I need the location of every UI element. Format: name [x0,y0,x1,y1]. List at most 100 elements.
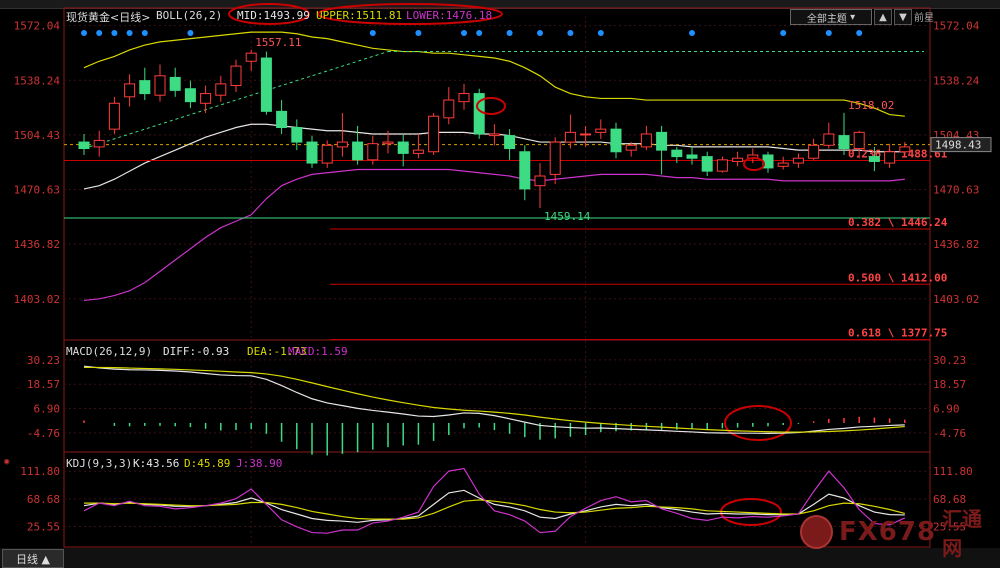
macd-y-tick-right: 18.57 [933,378,966,391]
candle-body [488,133,500,137]
signal-dot [96,30,103,36]
candle-body [124,83,136,98]
logo-icon [800,515,833,549]
candle-body [108,102,120,130]
annotations: 1557.11 1459.14 1518.02 [228,3,894,526]
theme-dropdown-label: 全部主题 [806,13,847,25]
price-annotation: 1459.14 [544,210,591,223]
signal-dot [126,30,133,36]
signal-dot [415,30,422,36]
macd-y-tick-right: 30.23 [933,354,966,367]
candle-body [245,52,257,62]
kdj-y-tick-left: 68.68 [27,493,60,506]
candle-body [139,80,151,95]
period-button[interactable]: 日线 ▲ [2,549,64,568]
candle-body [184,88,196,103]
signal-dot [81,30,87,36]
signal-dot [461,30,467,36]
candle-body [336,141,348,148]
kdj-y-tick-left: 111.80 [20,465,60,478]
price-chart[interactable]: 0.236 \ 1488.610.382 \ 1446.240.500 \ 14… [0,0,1000,568]
macd-y-tick-left: 18.57 [27,378,60,391]
macd-histogram-value: MACD:1.59 [288,345,348,358]
candle-body [412,149,424,154]
kdj-menu-icon[interactable]: ◉ [4,457,9,467]
candle-body [534,175,546,187]
candle-body [306,141,318,164]
candle-body [276,110,288,129]
macd-diff-value: DIFF:-0.93 [163,345,230,358]
current-price-label: 1498.43 [935,139,981,152]
candle-body [78,141,90,150]
price-y-tick-right: 1572.04 [933,20,980,33]
candle-body [838,135,850,150]
price-y-tick-left: 1572.04 [14,20,61,33]
price-y-tick-left: 1436.82 [14,238,60,251]
price-y-tick-right: 1436.82 [933,238,979,251]
boll-indicator-name[interactable]: BOLL(26,2) [156,9,222,22]
kdj-j-value: J:38.90 [236,457,283,470]
price-y-tick-right: 1403.02 [933,293,979,306]
right-toolbar-label[interactable]: 前星 [914,9,934,24]
signal-dot [689,30,695,36]
signal-dot [369,30,376,36]
candle-body [169,76,181,91]
candle-body [397,141,409,154]
signal-dot [567,30,574,36]
theme-dropdown[interactable]: 全部主题 ▾ [790,9,872,25]
kdj-d-value: D:45.89 [184,457,231,470]
signal-dot [476,30,483,36]
candle-body [352,141,364,161]
kdj-y-tick-right: 111.80 [933,465,973,478]
price-y-tick-left: 1403.02 [14,293,60,306]
bollinger-bands [64,31,930,302]
candle-body [519,151,531,190]
candle-body [625,144,637,151]
signal-dot [597,30,604,36]
candle-body [549,141,561,175]
candle-body [458,93,470,103]
candle-body [701,156,713,172]
macd-indicator-name[interactable]: MACD(26,12,9) [66,345,152,358]
candle-body [884,151,896,164]
fib-label: 0.382 \ 1446.24 [848,216,948,229]
candle-body [443,99,455,119]
candle-body [595,128,607,133]
candle-body [792,157,804,164]
candle-body [230,65,242,86]
boll-upper-value: UPPER:1511.81 [316,9,403,22]
logo-cn: 汇通网 [942,507,983,560]
chart-stage: 0.236 \ 1488.61 0.382 \ 1446.24 0.500 \ 14… [0,0,1000,568]
highlight-ellipse [743,157,765,171]
signal-dot [111,30,118,36]
candle-body [154,75,166,96]
candle-body [671,149,683,158]
boll-lower-value: LOWER:1476.18 [406,9,493,22]
signal-dot [780,30,787,36]
price-y-tick-left: 1538.24 [14,74,61,87]
fib-label: 0.618 \ 1377.75 [848,327,947,340]
kdj-k-line [83,489,905,523]
bottom-bar [0,548,1000,568]
kdj-y-tick-left: 25.55 [27,520,60,533]
price-y-tick-left: 1470.63 [14,184,60,197]
chart-control-icon[interactable]: ▲ [874,9,892,25]
candle-body [580,133,592,136]
highlight-ellipse [724,405,792,441]
macd-dea-line [84,366,905,433]
fib-label: 0.500 \ 1412.00 [848,271,947,284]
watermark-logo: FX678 汇通网 [800,507,1000,560]
signal-dot [856,30,863,36]
candle-body [291,127,303,143]
candle-body [367,143,379,161]
price-y-tick-left: 1504.43 [14,129,60,142]
candle-body [777,162,789,167]
chart-control-icon[interactable]: ▼ [894,9,912,25]
candle-body [868,156,880,162]
candle-body [382,141,394,145]
candle-body [808,144,820,159]
candle-body [260,57,272,112]
kdj-indicator-name[interactable]: KDJ(9,3,3) [66,457,132,470]
macd-y-tick-right: 6.90 [933,403,960,416]
price-y-tick-right: 1538.24 [933,74,980,87]
